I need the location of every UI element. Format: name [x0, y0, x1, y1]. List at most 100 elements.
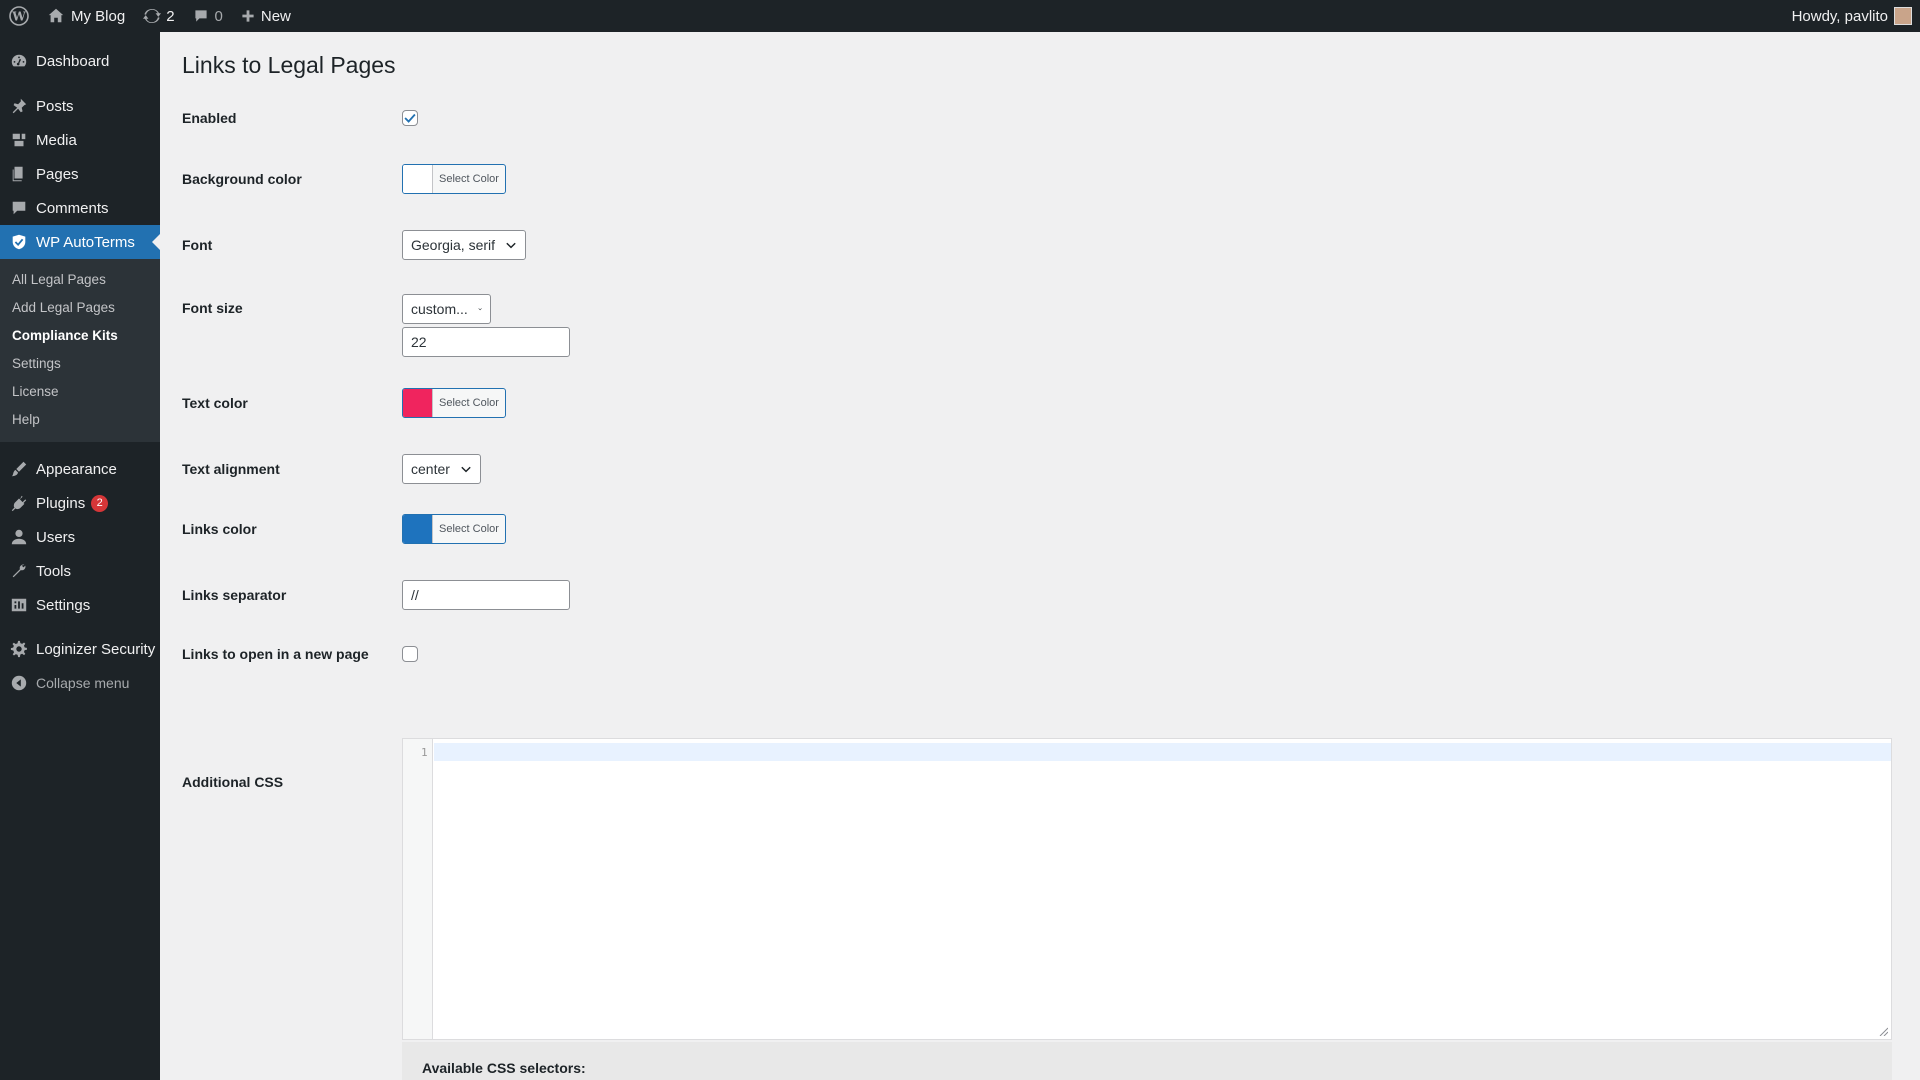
- select-color-label: Select Color: [439, 397, 499, 409]
- text-alignment-row: Text alignment center: [182, 454, 481, 484]
- sidebar-item-plugins[interactable]: Plugins 2: [0, 486, 160, 520]
- updates-count: 2: [166, 7, 175, 25]
- enabled-row: Enabled: [182, 110, 418, 126]
- sidebar-item-dashboard[interactable]: Dashboard: [0, 44, 160, 78]
- sidebar-item-label: Collapse menu: [36, 675, 130, 691]
- text-alignment-select[interactable]: center: [402, 454, 481, 484]
- links-separator-row: Links separator //: [182, 580, 570, 610]
- collapse-menu-button[interactable]: Collapse menu: [0, 666, 160, 700]
- font-select[interactable]: Georgia, serif: [402, 230, 527, 260]
- checkmark-icon: [404, 113, 416, 123]
- resize-grip-icon[interactable]: [1878, 1026, 1888, 1036]
- additional-css-row: Additional CSS: [182, 774, 402, 790]
- chevron-down-icon: [506, 242, 516, 249]
- wordpress-logo-icon[interactable]: W: [0, 0, 38, 32]
- admin-bar: W My Blog 2 0 New Howdy, pavlito: [0, 0, 1920, 32]
- account-menu[interactable]: Howdy, pavlito: [1783, 0, 1920, 32]
- plus-icon: [242, 10, 254, 22]
- font-size-select-value: custom...: [411, 301, 468, 317]
- css-selectors-panel: Available CSS selectors:: [402, 1042, 1892, 1080]
- active-line: [434, 743, 1891, 761]
- submenu-add-legal-pages[interactable]: Add Legal Pages: [0, 294, 160, 322]
- sidebar-item-label: Tools: [36, 562, 72, 580]
- font-size-label: Font size: [182, 300, 243, 316]
- chevron-down-icon: [478, 308, 482, 311]
- sidebar-item-label: Dashboard: [36, 52, 110, 70]
- links-separator-label: Links separator: [182, 587, 287, 603]
- gear-icon: [9, 639, 29, 659]
- howdy-text: Howdy, pavlito: [1791, 7, 1888, 25]
- text-alignment-value: center: [411, 461, 450, 477]
- sidebar-item-media[interactable]: Media: [0, 123, 160, 157]
- comments-link[interactable]: 0: [184, 0, 232, 32]
- settings-icon: [9, 595, 29, 615]
- pin-icon: [9, 96, 29, 116]
- new-label: New: [260, 7, 291, 25]
- submenu-compliance-kits[interactable]: Compliance Kits: [0, 322, 160, 350]
- media-icon: [9, 130, 29, 150]
- submenu-help[interactable]: Help: [0, 406, 160, 434]
- plugins-update-badge: 2: [91, 494, 109, 512]
- updates-link[interactable]: 2: [134, 0, 183, 32]
- enabled-checkbox[interactable]: [402, 110, 418, 126]
- collapse-icon: [9, 673, 29, 693]
- links-color-label: Links color: [182, 521, 257, 537]
- svg-text:W: W: [11, 10, 26, 24]
- line-number-gutter: [403, 739, 433, 1039]
- sidebar-item-tools[interactable]: Tools: [0, 554, 160, 588]
- sidebar-item-label: WP AutoTerms: [36, 233, 135, 251]
- sidebar-item-label: Settings: [36, 596, 91, 614]
- sidebar-item-settings[interactable]: Settings: [0, 588, 160, 622]
- font-size-input[interactable]: 22: [402, 327, 570, 357]
- css-selectors-title: Available CSS selectors:: [422, 1060, 586, 1076]
- text-color-button[interactable]: Select Color: [402, 388, 506, 418]
- new-content-link[interactable]: New: [232, 0, 300, 32]
- links-color-button[interactable]: Select Color: [402, 514, 506, 544]
- links-separator-input[interactable]: //: [402, 580, 570, 610]
- home-icon: [48, 8, 64, 23]
- text-color-swatch: [403, 389, 433, 417]
- admin-sidebar: Dashboard Posts Media Pages Comments WP …: [0, 32, 160, 1080]
- background-color-swatch: [403, 165, 433, 193]
- submenu-all-legal-pages[interactable]: All Legal Pages: [0, 266, 160, 294]
- sidebar-item-users[interactable]: Users: [0, 520, 160, 554]
- line-number: 1: [421, 746, 428, 759]
- avatar: [1894, 7, 1912, 25]
- site-name-link[interactable]: My Blog: [38, 0, 134, 32]
- links-color-row: Links color Select Color: [182, 514, 506, 544]
- new-page-row: Links to open in a new page: [182, 646, 418, 662]
- background-color-button[interactable]: Select Color: [402, 164, 506, 194]
- additional-css-editor[interactable]: 1: [402, 738, 1892, 1040]
- comment-icon: [9, 198, 29, 218]
- dashboard-icon: [9, 51, 29, 71]
- font-size-select[interactable]: custom...: [402, 294, 491, 324]
- chevron-down-icon: [461, 466, 471, 473]
- main-content: Links to Legal Pages Enabled Background …: [160, 32, 1920, 1080]
- links-color-swatch: [403, 515, 433, 543]
- sidebar-item-label: Users: [36, 528, 76, 546]
- submenu-settings[interactable]: Settings: [0, 350, 160, 378]
- site-name: My Blog: [71, 7, 126, 25]
- wrench-icon: [9, 561, 29, 581]
- font-select-value: Georgia, serif: [411, 237, 496, 253]
- text-color-row: Text color Select Color: [182, 388, 506, 418]
- comment-icon: [194, 10, 207, 22]
- sidebar-item-comments[interactable]: Comments: [0, 191, 160, 225]
- sidebar-item-posts[interactable]: Posts: [0, 89, 160, 123]
- sidebar-item-pages[interactable]: Pages: [0, 157, 160, 191]
- submenu-license[interactable]: License: [0, 378, 160, 406]
- font-row: Font Georgia, serif: [182, 230, 527, 260]
- sidebar-item-label: Plugins: [36, 494, 86, 512]
- font-size-row: Font size custom... 22: [182, 294, 570, 357]
- sidebar-item-wp-autoterms[interactable]: WP AutoTerms: [0, 225, 160, 259]
- user-icon: [9, 527, 29, 547]
- select-color-label: Select Color: [439, 523, 499, 535]
- sidebar-item-loginizer-security[interactable]: Loginizer Security: [0, 632, 160, 666]
- background-color-label: Background color: [182, 171, 302, 187]
- new-page-checkbox[interactable]: [402, 646, 418, 662]
- sidebar-item-label: Comments: [36, 199, 109, 217]
- plugin-icon: [9, 493, 29, 513]
- autoterms-icon: [9, 232, 29, 252]
- sidebar-item-appearance[interactable]: Appearance: [0, 452, 160, 486]
- text-color-label: Text color: [182, 395, 248, 411]
